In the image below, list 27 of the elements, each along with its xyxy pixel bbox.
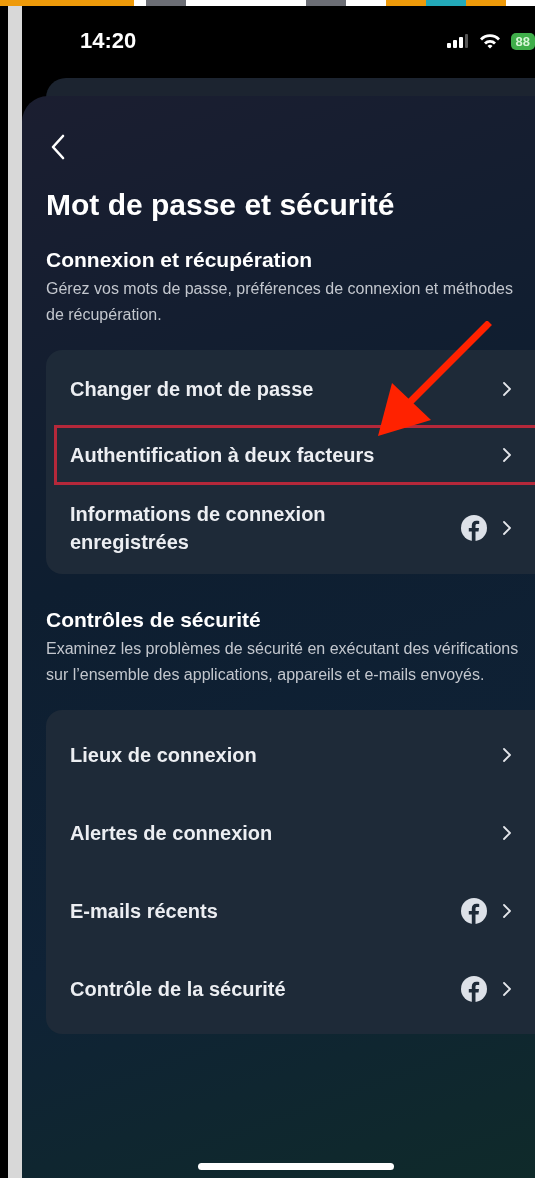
wifi-icon [478, 33, 501, 49]
chevron-icon [502, 981, 512, 997]
section-title: Connexion et récupération [46, 248, 314, 272]
signal-icon [446, 34, 469, 48]
facebook-icon [460, 514, 488, 542]
page-title: Mot de passe et sécurité [46, 188, 396, 222]
chevron-icon [502, 520, 512, 536]
settings-item[interactable]: Informations de connexion enregistrées [54, 491, 535, 565]
settings-item[interactable]: Authentification à deux facteurs [54, 425, 535, 485]
chevron-icon [502, 903, 512, 919]
back-icon[interactable] [50, 134, 66, 160]
status-time: 14:20 [80, 28, 137, 54]
chevron-icon [502, 381, 512, 397]
settings-item[interactable]: E-mails récents [54, 875, 535, 947]
facebook-icon [460, 897, 488, 925]
section-title: Contrôles de sécurité [46, 608, 262, 632]
battery-level: 88 [510, 32, 535, 50]
chevron-icon [502, 747, 512, 763]
settings-item[interactable]: Changer de mot de passe [54, 359, 535, 419]
section-description: Gérez vos mots de passe, préférences de connexion et méthodes de récupération. [46, 279, 514, 325]
facebook-icon [460, 975, 488, 1003]
section-description: Examinez les problèmes de sécurité en exécutant des vérifications sur l’ensemble des applications, appareils et e-mails envoyés. [46, 639, 520, 685]
settings-item[interactable]: Contrôle de la sécurité [54, 953, 535, 1025]
settings-item[interactable]: Lieux de connexion [54, 719, 535, 791]
settings-item[interactable]: Alertes de connexion [54, 797, 535, 869]
chevron-icon [502, 447, 512, 463]
chevron-icon [502, 825, 512, 841]
